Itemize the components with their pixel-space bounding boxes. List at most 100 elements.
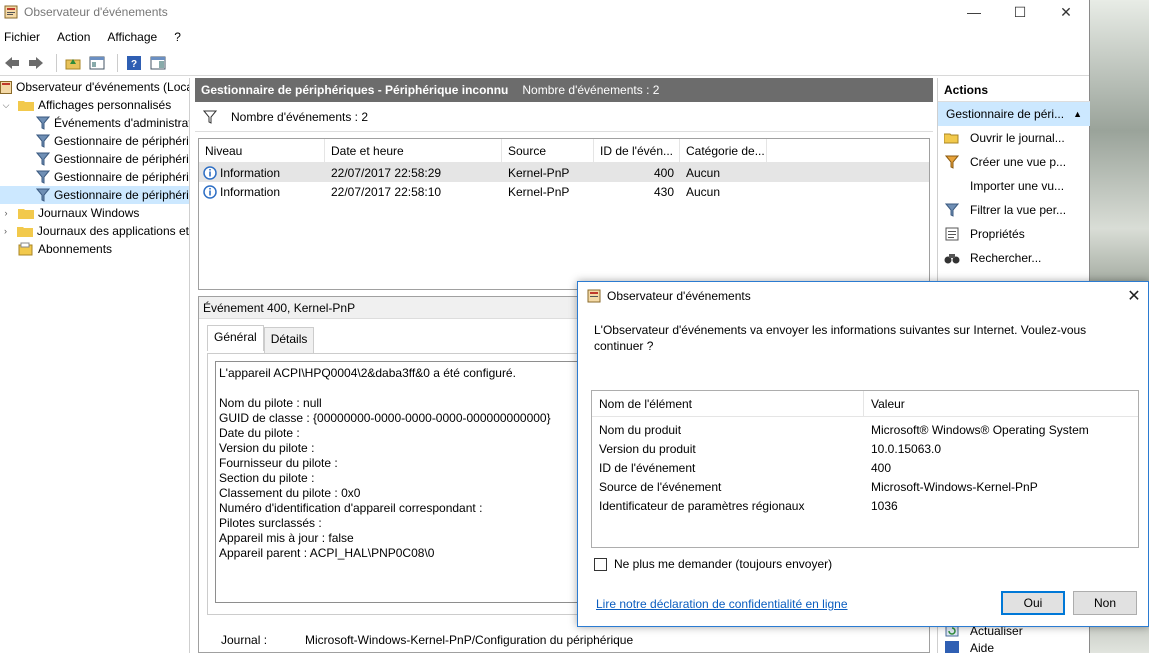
toolbar: ?: [0, 50, 1089, 76]
action-properties[interactable]: Propriétés: [938, 222, 1090, 246]
help-icon[interactable]: ?: [124, 53, 144, 73]
column-item-name[interactable]: Nom de l'élément: [592, 390, 864, 417]
chevron-right-icon[interactable]: ›: [0, 208, 12, 218]
tree-item-device-manager[interactable]: Gestionnaire de périphériques: [0, 168, 189, 186]
tree-root[interactable]: Observateur d'événements (Local): [0, 78, 189, 96]
filter-bar: Nombre d'événements : 2: [195, 102, 933, 132]
action-label: Aide: [970, 641, 995, 653]
import-icon: [944, 179, 960, 193]
menu-fichier[interactable]: Fichier: [4, 30, 40, 44]
tree-app-logs[interactable]: › Journaux des applications et: [0, 222, 189, 240]
tree-root-label: Observateur d'événements (Local): [16, 80, 190, 94]
filter-star-icon: [944, 155, 960, 169]
row-date: 22/07/2017 22:58:29: [331, 165, 442, 180]
folder-icon: [18, 206, 34, 220]
tree-item-label: Gestionnaire de périphériques: [54, 152, 189, 166]
action-create-view[interactable]: Créer une vue p...: [938, 150, 1090, 174]
journal-field: Journal : Microsoft-Windows-Kernel-PnP/C…: [221, 633, 633, 647]
action-pane-icon[interactable]: [148, 53, 168, 73]
action-open-log[interactable]: Ouvrir le journal...: [938, 126, 1090, 150]
folder-icon: [18, 98, 34, 112]
toolbar-separator: [117, 53, 118, 72]
action-filter-view[interactable]: Filtrer la vue per...: [938, 198, 1090, 222]
row-value: 400: [871, 460, 892, 475]
table-row[interactable]: Information 22/07/2017 22:58:10 Kernel-P…: [199, 182, 929, 201]
table-row[interactable]: Information 22/07/2017 22:58:29 Kernel-P…: [199, 163, 929, 182]
column-level[interactable]: Niveau: [199, 138, 325, 163]
action-search[interactable]: Rechercher...: [938, 246, 1090, 270]
send-info-dialog: Observateur d'événements ✕ L'Observateur…: [577, 281, 1149, 627]
event-list-header: Niveau Date et heure Source ID de l'évén…: [199, 138, 929, 163]
row-source: Kernel-PnP: [508, 165, 570, 180]
folder-up-icon[interactable]: [63, 53, 83, 73]
yes-button[interactable]: Oui: [1001, 591, 1065, 615]
column-date[interactable]: Date et heure: [325, 138, 502, 163]
collapse-arrow-icon[interactable]: ▲: [1073, 109, 1082, 119]
row-key: ID de l'événement: [599, 460, 696, 475]
column-category[interactable]: Catégorie de...: [680, 138, 767, 163]
menu-affichage[interactable]: Affichage: [107, 30, 157, 44]
tree-windows-logs-label: Journaux Windows: [38, 206, 140, 220]
table-row: ID de l'événement 400: [592, 458, 1138, 477]
tree-item-device-manager[interactable]: Gestionnaire de périphériques: [0, 150, 189, 168]
privacy-link[interactable]: Lire notre déclaration de confidentialit…: [596, 597, 848, 611]
table-row: Source de l'événement Microsoft-Windows-…: [592, 477, 1138, 496]
chevron-down-icon[interactable]: ⌵: [0, 100, 12, 111]
svg-text:?: ?: [131, 59, 137, 70]
journal-value: Microsoft-Windows-Kernel-PnP/Configurati…: [305, 633, 634, 647]
dialog-title: Observateur d'événements: [607, 289, 751, 303]
menu-action[interactable]: Action: [57, 30, 90, 44]
row-value: Microsoft® Windows® Operating System: [871, 422, 1089, 437]
row-key: Version du produit: [599, 441, 696, 456]
action-help[interactable]: Aide: [938, 641, 994, 653]
folder-icon: [16, 224, 33, 238]
close-button[interactable]: ✕: [1043, 0, 1089, 24]
row-value: 10.0.15063.0: [871, 441, 942, 456]
tree-item-label: Gestionnaire de périphériques: [54, 188, 189, 202]
tree-item-admin-events[interactable]: Événements d'administration: [0, 114, 189, 132]
row-key: Identificateur de paramètres régionaux: [599, 498, 805, 513]
event-list: Niveau Date et heure Source ID de l'évén…: [198, 138, 930, 290]
tree-windows-logs[interactable]: › Journaux Windows: [0, 204, 189, 222]
dialog-table-header: Nom de l'élément Valeur: [592, 390, 1138, 417]
tree-app-logs-label: Journaux des applications et: [36, 224, 189, 238]
forward-arrow-icon[interactable]: [26, 53, 46, 73]
back-arrow-icon[interactable]: [2, 53, 22, 73]
filter-icon: [203, 110, 217, 124]
menu-help[interactable]: ?: [174, 30, 181, 44]
chevron-right-icon[interactable]: ›: [0, 226, 11, 236]
checkbox-box[interactable]: [594, 557, 607, 571]
dialog-close-button[interactable]: ✕: [1120, 282, 1148, 310]
minimize-button[interactable]: —: [951, 0, 997, 24]
column-value[interactable]: Valeur: [864, 391, 905, 417]
table-row: Version du produit 10.0.15063.0: [592, 439, 1138, 458]
actions-section[interactable]: Gestionnaire de péri... ▲: [938, 102, 1090, 126]
dialog-title-bar: Observateur d'événements: [578, 282, 1148, 310]
journal-label: Journal :: [221, 633, 268, 647]
menu-bar: Fichier Action Affichage ?: [0, 24, 1089, 50]
dont-ask-checkbox[interactable]: Ne plus me demander (toujours envoyer): [594, 557, 832, 571]
no-button[interactable]: Non: [1073, 591, 1137, 615]
show-pane-icon[interactable]: [87, 53, 107, 73]
column-event-id[interactable]: ID de l'évén...: [594, 138, 680, 163]
action-label: Filtrer la vue per...: [970, 203, 1067, 217]
filter-count: Nombre d'événements : 2: [231, 109, 369, 124]
tree-custom-views[interactable]: ⌵ Affichages personnalisés: [0, 96, 189, 114]
table-row: Nom du produit Microsoft® Windows® Opera…: [592, 420, 1138, 439]
tab-general[interactable]: Général: [207, 325, 264, 351]
row-key: Source de l'événement: [599, 479, 722, 494]
column-source[interactable]: Source: [502, 138, 594, 163]
filter-icon: [944, 203, 960, 217]
tree-item-device-manager-selected[interactable]: Gestionnaire de périphériques: [0, 186, 189, 204]
maximize-button[interactable]: ☐: [997, 0, 1043, 24]
row-value: Microsoft-Windows-Kernel-PnP: [871, 479, 1038, 494]
window-title: Observateur d'événements: [24, 5, 168, 19]
tree-item-device-manager[interactable]: Gestionnaire de périphériques: [0, 132, 189, 150]
actions-title: Actions: [938, 78, 1090, 102]
action-import-view[interactable]: Importer une vu...: [938, 174, 1090, 198]
tab-details[interactable]: Détails: [263, 327, 315, 353]
center-header-title: Gestionnaire de périphériques - Périphér…: [201, 83, 509, 97]
tree-subscriptions[interactable]: Abonnements: [0, 240, 189, 258]
row-key: Nom du produit: [599, 422, 682, 437]
filter-icon: [36, 152, 50, 166]
